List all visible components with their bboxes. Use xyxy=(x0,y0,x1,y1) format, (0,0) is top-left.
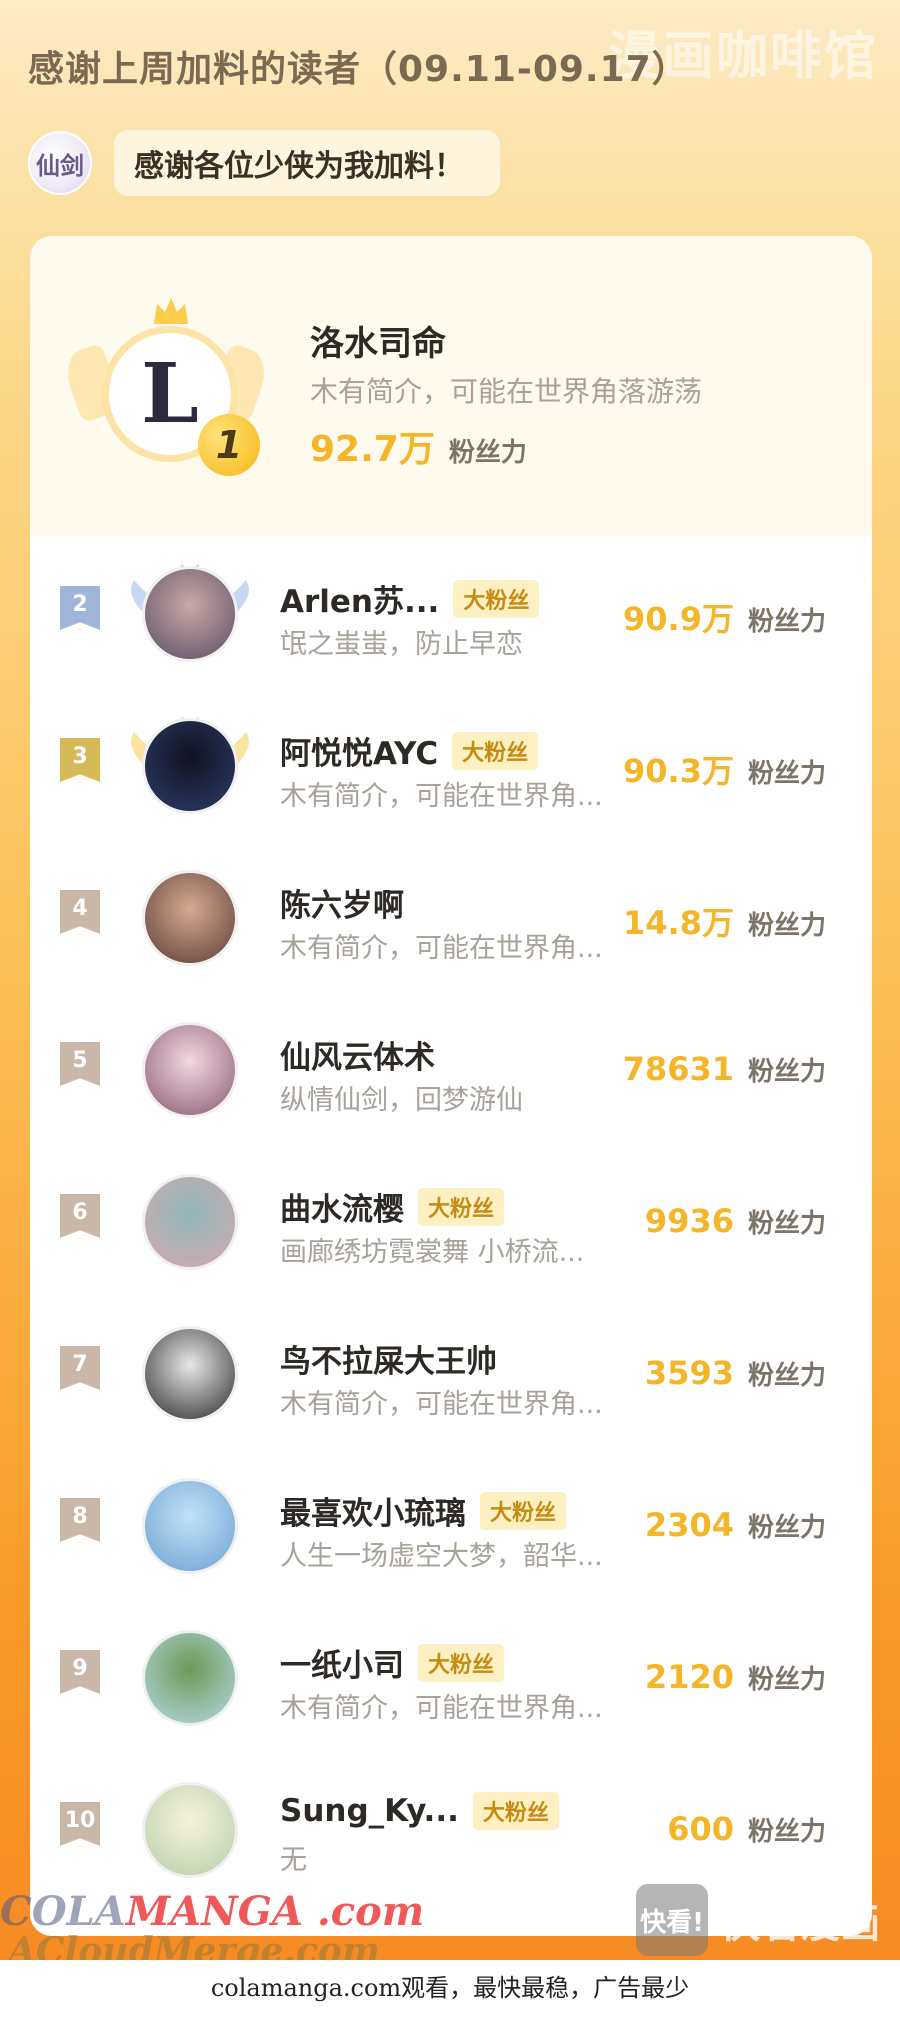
reader-score: 78631 粉丝力 xyxy=(623,1050,826,1088)
score-value: 3593 xyxy=(644,1354,734,1392)
list-item[interactable]: 5 仙风云体术 纵情仙剑，回梦游仙 78631 粉丝力 xyxy=(30,994,872,1144)
list-item[interactable]: 9 一纸小司 大粉丝 木有简介，可能在世界角... 2120 粉丝力 xyxy=(30,1602,872,1752)
page-title: 感谢上周加料的读者（09.11-09.17） xyxy=(28,49,689,90)
score-value: 90.9万 xyxy=(623,600,734,638)
kuaikan-label: 快看漫画 xyxy=(720,1901,880,1947)
fan-badge: 大粉丝 xyxy=(453,579,540,618)
fan-badge: 大粉丝 xyxy=(418,1187,505,1226)
watermark-colamanga: COLAMANGA .com xyxy=(0,1888,425,1935)
reader-name[interactable]: 仙风云体术 xyxy=(280,1032,435,1077)
thanks-message: 感谢各位少侠为我加料！ xyxy=(114,130,500,196)
list-item[interactable]: 4 陈六岁啊 木有简介，可能在世界角... 14.8万 粉丝力 xyxy=(30,842,872,992)
score-value: 90.3万 xyxy=(623,752,734,790)
xianjian-logo: 仙剑 xyxy=(28,131,92,195)
score-unit: 粉丝力 xyxy=(747,759,826,789)
reader-bio: 氓之蚩蚩，防止早恋 xyxy=(280,629,523,660)
crown-icon xyxy=(154,298,188,324)
score-value: 2120 xyxy=(644,1658,734,1696)
avatar[interactable] xyxy=(142,1174,238,1270)
avatar[interactable] xyxy=(142,1782,238,1878)
reader-name[interactable]: 鸟不拉屎大王帅 xyxy=(280,1336,497,1381)
footer-notice: colamanga.com观看，最快最稳，广告最少 xyxy=(0,1960,900,2029)
rank-flag: 3 xyxy=(60,738,100,782)
leaderboard-card: L 1 洛水司命 木有简介，可能在世界角落游荡 92.7万 粉丝力 2 Arle… xyxy=(30,236,872,1936)
watermark-kuaikan: 快看! 快看漫画 xyxy=(636,1884,880,1956)
top-reader-section[interactable]: L 1 洛水司命 木有简介，可能在世界角落游荡 92.7万 粉丝力 xyxy=(30,236,872,536)
list-item[interactable]: 8 最喜欢小琉璃 大粉丝 人生一场虚空大梦，韶华... 2304 粉丝力 xyxy=(30,1450,872,1600)
rank1-avatar-frame: L 1 xyxy=(59,298,273,478)
list-item[interactable]: 3 阿悦悦AYC 大粉丝 木有简介，可能在世界角... 90.3万 粉丝力 xyxy=(30,690,872,840)
score-unit: 粉丝力 xyxy=(747,1513,826,1543)
score-unit: 粉丝力 xyxy=(747,1209,826,1239)
reader-bio: 纵情仙剑，回梦游仙 xyxy=(280,1085,523,1116)
list-item[interactable]: 7 鸟不拉屎大王帅 木有简介，可能在世界角... 3593 粉丝力 xyxy=(30,1298,872,1448)
reader-name[interactable]: Arlen苏... 大粉丝 xyxy=(280,576,540,621)
rank-flag: 2 xyxy=(60,586,100,630)
score-unit: 粉丝力 xyxy=(747,1817,826,1847)
reader-bio: 人生一场虚空大梦，韶华... xyxy=(280,1541,603,1572)
score-unit: 粉丝力 xyxy=(747,911,826,941)
rank-flag: 8 xyxy=(60,1498,100,1542)
reader-name[interactable]: 一纸小司 大粉丝 xyxy=(280,1640,505,1685)
reader-score: 2120 粉丝力 xyxy=(645,1658,826,1696)
list-item[interactable]: 6 曲水流樱 大粉丝 画廊绣坊霓裳舞 小桥流... 9936 粉丝力 xyxy=(30,1146,872,1296)
reader-score: 14.8万 粉丝力 xyxy=(623,898,826,944)
kuaikan-logo-icon: 快看! xyxy=(636,1884,708,1956)
rank-flag: 10 xyxy=(60,1802,100,1846)
score-unit: 粉丝力 xyxy=(747,1665,826,1695)
reader-bio: 木有简介，可能在世界角... xyxy=(280,933,603,964)
reader-score: 2304 粉丝力 xyxy=(645,1506,826,1544)
score-value: 2304 xyxy=(644,1506,734,1544)
rank-flag: 9 xyxy=(60,1650,100,1694)
reader-score: 3593 粉丝力 xyxy=(645,1354,826,1392)
rank-flag: 5 xyxy=(60,1042,100,1086)
reader-bio: 木有简介，可能在世界角... xyxy=(280,781,603,812)
fan-badge: 大粉丝 xyxy=(418,1643,505,1682)
list-item[interactable]: 2 Arlen苏... 大粉丝 氓之蚩蚩，防止早恋 90.9万 粉丝力 xyxy=(30,538,872,688)
rank-flag: 4 xyxy=(60,890,100,934)
reader-score: 90.9万 粉丝力 xyxy=(623,594,826,640)
avatar[interactable] xyxy=(142,870,238,966)
list-item[interactable]: 10 Sung_Ky... 大粉丝 无 600 粉丝力 xyxy=(30,1754,872,1904)
avatar[interactable] xyxy=(142,718,238,814)
score-value: 600 xyxy=(667,1810,734,1848)
reader-bio: 木有简介，可能在世界角... xyxy=(280,1389,603,1420)
avatar[interactable] xyxy=(142,1630,238,1726)
reader-bio: 无 xyxy=(280,1845,307,1876)
score-unit: 粉丝力 xyxy=(747,607,826,637)
rank-flag: 6 xyxy=(60,1194,100,1238)
score-value: 92.7万 xyxy=(310,429,435,470)
score-value: 78631 xyxy=(622,1050,734,1088)
reader-name[interactable]: 阿悦悦AYC 大粉丝 xyxy=(280,728,539,773)
avatar[interactable] xyxy=(142,1022,238,1118)
reader-name[interactable]: 洛水司命 xyxy=(310,316,446,365)
reader-bio: 画廊绣坊霓裳舞 小桥流... xyxy=(280,1237,585,1268)
score-unit: 粉丝力 xyxy=(747,1057,826,1087)
reader-bio: 木有简介，可能在世界角... xyxy=(280,1693,603,1724)
reader-bio: 木有简介，可能在世界角落游荡 xyxy=(310,375,703,408)
rank-flag: 7 xyxy=(60,1346,100,1390)
reader-score: 600 粉丝力 xyxy=(667,1810,826,1848)
avatar[interactable] xyxy=(142,1326,238,1422)
reader-name[interactable]: 陈六岁啊 xyxy=(280,880,404,925)
thanks-banner: 仙剑 感谢各位少侠为我加料！ xyxy=(28,128,500,198)
fan-badge: 大粉丝 xyxy=(472,1792,559,1830)
reader-score: 90.3万 粉丝力 xyxy=(623,746,826,792)
reader-name[interactable]: 曲水流樱 大粉丝 xyxy=(280,1184,505,1229)
score-unit: 粉丝力 xyxy=(448,438,527,468)
reader-score: 92.7万 粉丝力 xyxy=(310,420,527,472)
score-value: 9936 xyxy=(644,1202,734,1240)
rank-medal: 1 xyxy=(198,414,260,476)
reader-score: 9936 粉丝力 xyxy=(645,1202,826,1240)
score-unit: 粉丝力 xyxy=(747,1361,826,1391)
avatar[interactable] xyxy=(142,1478,238,1574)
fan-badge: 大粉丝 xyxy=(452,731,539,770)
reader-name[interactable]: 最喜欢小琉璃 大粉丝 xyxy=(280,1488,567,1533)
fan-badge: 大粉丝 xyxy=(480,1491,567,1530)
reader-name[interactable]: Sung_Ky... 大粉丝 xyxy=(280,1792,559,1830)
score-value: 14.8万 xyxy=(623,904,734,942)
avatar[interactable] xyxy=(142,566,238,662)
